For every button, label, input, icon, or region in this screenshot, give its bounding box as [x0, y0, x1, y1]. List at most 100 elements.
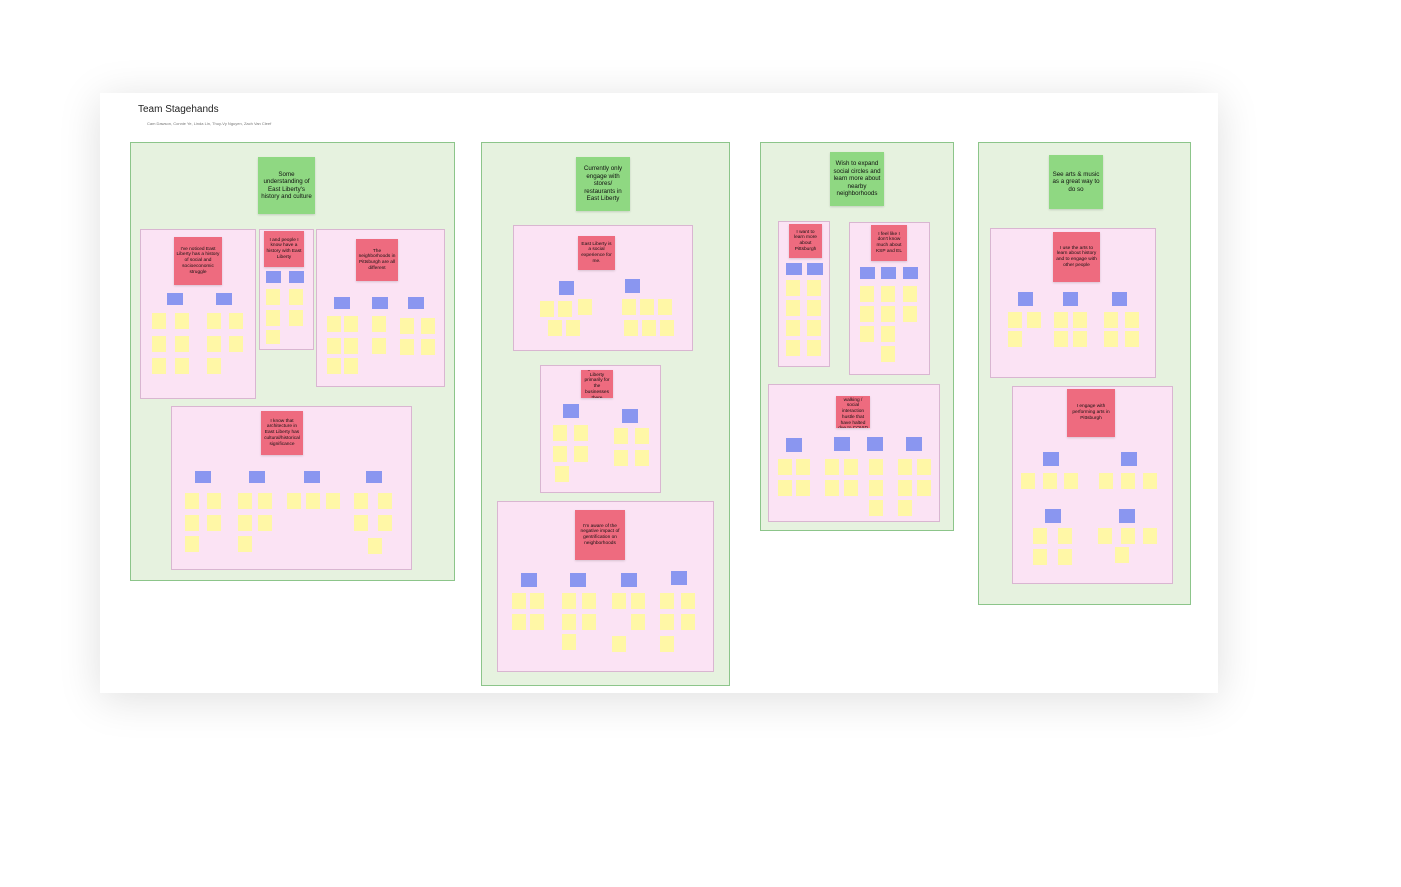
insight-sticky[interactable]: I use the arts to learn about history an… — [1053, 232, 1100, 282]
observation-sticky[interactable] — [881, 306, 895, 322]
observation-sticky[interactable] — [825, 480, 839, 496]
observation-sticky[interactable] — [553, 446, 567, 462]
observation-sticky[interactable] — [807, 340, 821, 356]
observation-sticky[interactable] — [881, 346, 895, 362]
finding-sticky[interactable] — [408, 297, 424, 309]
observation-sticky[interactable] — [306, 493, 320, 509]
observation-sticky[interactable] — [614, 450, 628, 466]
observation-sticky[interactable] — [378, 493, 392, 509]
theme-heading-sticky[interactable]: Wish to expand social circles and learn … — [830, 152, 884, 206]
finding-sticky[interactable] — [860, 267, 875, 279]
observation-sticky[interactable] — [1121, 473, 1135, 489]
observation-sticky[interactable] — [825, 459, 839, 475]
board-title[interactable]: Team Stagehands — [138, 104, 219, 115]
observation-sticky[interactable] — [860, 326, 874, 342]
insight-sticky[interactable]: I want to learn more about Pittsburgh — [789, 224, 822, 258]
observation-sticky[interactable] — [530, 593, 544, 609]
observation-sticky[interactable] — [185, 536, 199, 552]
observation-sticky[interactable] — [1104, 331, 1118, 347]
observation-sticky[interactable] — [1021, 473, 1035, 489]
observation-sticky[interactable] — [1054, 331, 1068, 347]
insight-sticky[interactable]: I engage with performing arts in Pittsbu… — [1067, 389, 1115, 437]
observation-sticky[interactable] — [558, 301, 572, 317]
observation-sticky[interactable] — [844, 459, 858, 475]
observation-sticky[interactable] — [326, 493, 340, 509]
finding-sticky[interactable] — [304, 471, 320, 483]
observation-sticky[interactable] — [917, 480, 931, 496]
finding-sticky[interactable] — [563, 404, 579, 418]
observation-sticky[interactable] — [327, 316, 341, 332]
insight-sticky[interactable]: I've noticed East Liberty has a history … — [174, 237, 222, 285]
observation-sticky[interactable] — [903, 286, 917, 302]
insight-sticky[interactable]: I miss daily walking / social interactio… — [836, 396, 870, 428]
observation-sticky[interactable] — [238, 493, 252, 509]
finding-sticky[interactable] — [867, 437, 883, 451]
observation-sticky[interactable] — [258, 493, 272, 509]
observation-sticky[interactable] — [354, 493, 368, 509]
observation-sticky[interactable] — [622, 299, 636, 315]
observation-sticky[interactable] — [238, 515, 252, 531]
observation-sticky[interactable] — [1125, 312, 1139, 328]
observation-sticky[interactable] — [635, 428, 649, 444]
observation-sticky[interactable] — [903, 306, 917, 322]
observation-sticky[interactable] — [786, 280, 800, 296]
insight-sticky[interactable]: I'm aware of the negative impact of gent… — [575, 510, 625, 560]
finding-sticky[interactable] — [807, 263, 823, 275]
observation-sticky[interactable] — [1143, 473, 1157, 489]
observation-sticky[interactable] — [152, 336, 166, 352]
observation-sticky[interactable] — [582, 614, 596, 630]
observation-sticky[interactable] — [553, 425, 567, 441]
observation-sticky[interactable] — [152, 313, 166, 329]
finding-sticky[interactable] — [786, 263, 802, 275]
observation-sticky[interactable] — [631, 614, 645, 630]
observation-sticky[interactable] — [881, 326, 895, 342]
observation-sticky[interactable] — [612, 593, 626, 609]
finding-sticky[interactable] — [372, 297, 388, 309]
insight-sticky[interactable]: I know that architecture in East Liberty… — [261, 411, 303, 455]
theme-heading-sticky[interactable]: Currently only engage with stores/ resta… — [576, 157, 630, 211]
observation-sticky[interactable] — [548, 320, 562, 336]
observation-sticky[interactable] — [344, 316, 358, 332]
finding-sticky[interactable] — [570, 573, 586, 587]
finding-sticky[interactable] — [195, 471, 211, 483]
observation-sticky[interactable] — [207, 515, 221, 531]
observation-sticky[interactable] — [844, 480, 858, 496]
observation-sticky[interactable] — [860, 306, 874, 322]
observation-sticky[interactable] — [1099, 473, 1113, 489]
finding-sticky[interactable] — [671, 571, 687, 585]
finding-sticky[interactable] — [625, 279, 640, 293]
observation-sticky[interactable] — [578, 299, 592, 315]
team-members[interactable]: Cam Dawson, Connie Ye, Linda Lin, Thuy-V… — [147, 121, 271, 126]
observation-sticky[interactable] — [796, 480, 810, 496]
insight-sticky[interactable]: I feel like I don't know much about KSP … — [871, 225, 907, 261]
finding-sticky[interactable] — [786, 438, 802, 452]
observation-sticky[interactable] — [207, 358, 221, 374]
finding-sticky[interactable] — [216, 293, 232, 305]
observation-sticky[interactable] — [327, 358, 341, 374]
observation-sticky[interactable] — [898, 500, 912, 516]
observation-sticky[interactable] — [1143, 528, 1157, 544]
observation-sticky[interactable] — [574, 425, 588, 441]
insight-sticky[interactable]: I go to East Liberty primarily for the b… — [581, 370, 613, 398]
observation-sticky[interactable] — [555, 466, 569, 482]
observation-sticky[interactable] — [1008, 331, 1022, 347]
finding-sticky[interactable] — [1045, 509, 1061, 523]
insight-sticky[interactable]: I and people I know have a history with … — [264, 231, 304, 267]
observation-sticky[interactable] — [574, 446, 588, 462]
observation-sticky[interactable] — [1008, 312, 1022, 328]
observation-sticky[interactable] — [229, 313, 243, 329]
observation-sticky[interactable] — [175, 313, 189, 329]
observation-sticky[interactable] — [207, 493, 221, 509]
finding-sticky[interactable] — [906, 437, 922, 451]
observation-sticky[interactable] — [1073, 331, 1087, 347]
observation-sticky[interactable] — [869, 459, 883, 475]
observation-sticky[interactable] — [786, 340, 800, 356]
observation-sticky[interactable] — [512, 593, 526, 609]
observation-sticky[interactable] — [786, 320, 800, 336]
finding-sticky[interactable] — [559, 281, 574, 295]
observation-sticky[interactable] — [562, 593, 576, 609]
finding-sticky[interactable] — [521, 573, 537, 587]
observation-sticky[interactable] — [658, 299, 672, 315]
observation-sticky[interactable] — [642, 320, 656, 336]
observation-sticky[interactable] — [807, 280, 821, 296]
